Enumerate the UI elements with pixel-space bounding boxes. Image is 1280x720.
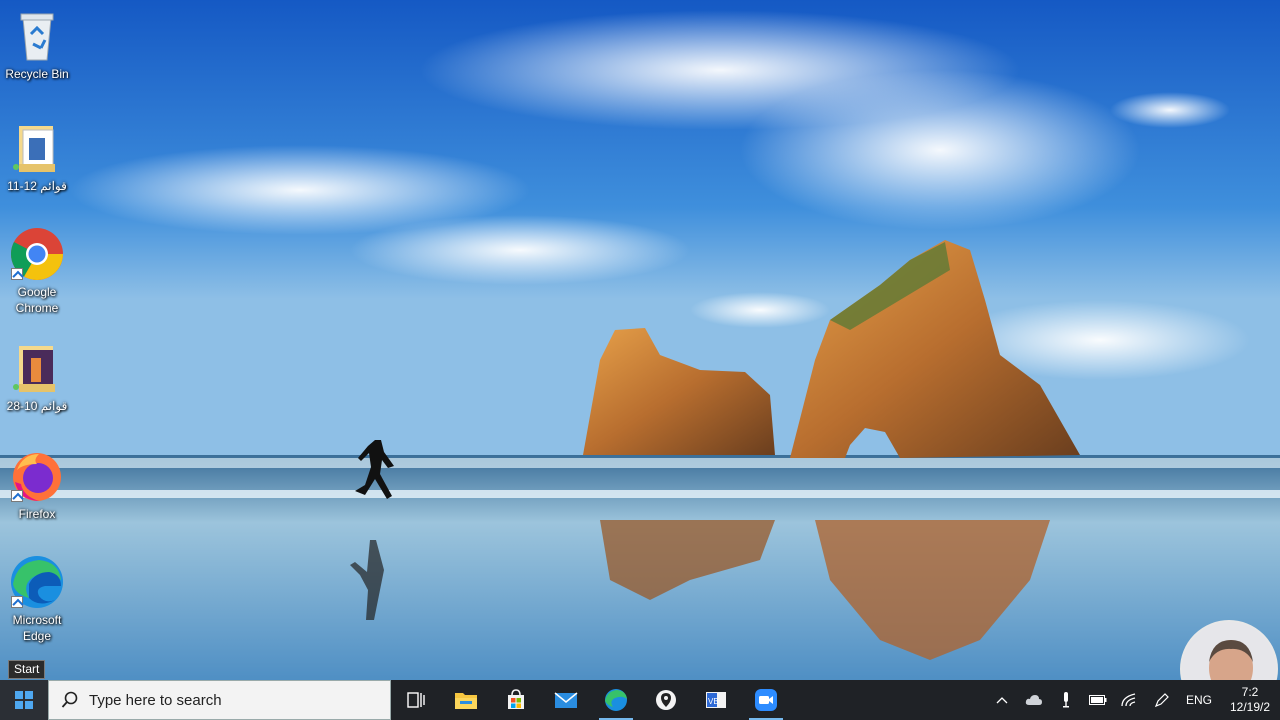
battery-tray-button[interactable] — [1082, 680, 1114, 720]
recycle-bin-icon — [9, 8, 65, 64]
onedrive-tray-button[interactable] — [1018, 680, 1050, 720]
taskbar-mail[interactable] — [541, 680, 591, 720]
search-icon — [61, 691, 78, 708]
chevron-up-icon — [996, 697, 1008, 704]
pen-tray-button[interactable] — [1146, 680, 1178, 720]
pen-icon — [1154, 693, 1169, 708]
store-icon — [508, 689, 524, 709]
desktop-icon-google-chrome[interactable]: Google Chrome — [2, 226, 72, 316]
network-tray-button[interactable] — [1114, 680, 1146, 720]
start-tooltip: Start — [8, 660, 46, 679]
search-placeholder: Type here to search — [89, 691, 222, 709]
task-view-button[interactable] — [391, 680, 441, 720]
desktop-icon-label: Recycle Bin — [5, 67, 69, 81]
task-view-icon — [407, 692, 425, 708]
vs-icon: VB — [706, 692, 726, 708]
desktop-icon-folder-12-11[interactable]: قوائم 12-11 — [2, 120, 72, 194]
desktop-icon-label: قوائم 12-11 — [7, 179, 67, 193]
zoom-icon — [755, 689, 777, 711]
taskbar-clock[interactable]: 7:2 12/19/2 — [1220, 685, 1280, 715]
desktop-icon-label: Microsoft Edge — [12, 613, 62, 643]
shortcut-arrow-icon — [11, 490, 23, 502]
start-button[interactable] — [0, 680, 48, 720]
show-hidden-icons-button[interactable] — [986, 680, 1018, 720]
desktop-icon-firefox[interactable]: Firefox — [2, 448, 72, 522]
firefox-icon — [9, 448, 65, 504]
input-language-indicator[interactable]: ENG — [1178, 693, 1220, 707]
clock-time: 7:2 — [1241, 685, 1259, 699]
sync-status-icon — [13, 164, 19, 170]
taskbar-maps[interactable] — [641, 680, 691, 720]
svg-text:VB: VB — [708, 697, 719, 706]
taskbar-file-explorer[interactable] — [441, 680, 491, 720]
mail-icon — [554, 692, 578, 708]
desktop-icon-microsoft-edge[interactable]: Microsoft Edge — [2, 554, 72, 644]
onedrive-icon — [1025, 695, 1042, 705]
shortcut-arrow-icon — [11, 268, 23, 280]
taskbar-zoom[interactable] — [741, 680, 791, 720]
folder-icon — [9, 120, 65, 176]
microphone-tray-button[interactable] — [1050, 680, 1082, 720]
maps-icon — [656, 690, 676, 710]
desktop-icon-label: Google Chrome — [15, 285, 59, 315]
edge-icon — [605, 689, 627, 711]
edge-icon — [9, 554, 65, 610]
wifi-icon — [1121, 693, 1136, 707]
battery-icon — [1088, 695, 1107, 705]
taskbar-search-box[interactable]: Type here to search — [48, 680, 391, 720]
shortcut-arrow-icon — [11, 596, 23, 608]
taskbar-edge[interactable] — [591, 680, 641, 720]
sync-status-icon — [13, 384, 19, 390]
desktop-wallpaper — [0, 0, 1280, 680]
microphone-icon — [1062, 692, 1069, 708]
folder-icon — [9, 340, 65, 396]
clock-date: 12/19/2 — [1229, 700, 1271, 714]
taskbar: Type here to search VB ENG 7:2 12/19/2 — [0, 680, 1280, 720]
desktop-icon-folder-10-28[interactable]: قوائم 10-28 — [2, 340, 72, 414]
chrome-icon — [9, 226, 65, 282]
desktop-icon-label: Firefox — [18, 507, 56, 521]
taskbar-store[interactable] — [491, 680, 541, 720]
desktop-icon-recycle-bin[interactable]: Recycle Bin — [2, 8, 72, 82]
file-explorer-icon — [455, 693, 477, 709]
taskbar-visual-studio[interactable]: VB — [691, 680, 741, 720]
system-tray: ENG 7:2 12/19/2 — [986, 680, 1280, 720]
windows-logo-icon — [15, 691, 33, 709]
desktop-icon-label: قوائم 10-28 — [6, 399, 68, 413]
